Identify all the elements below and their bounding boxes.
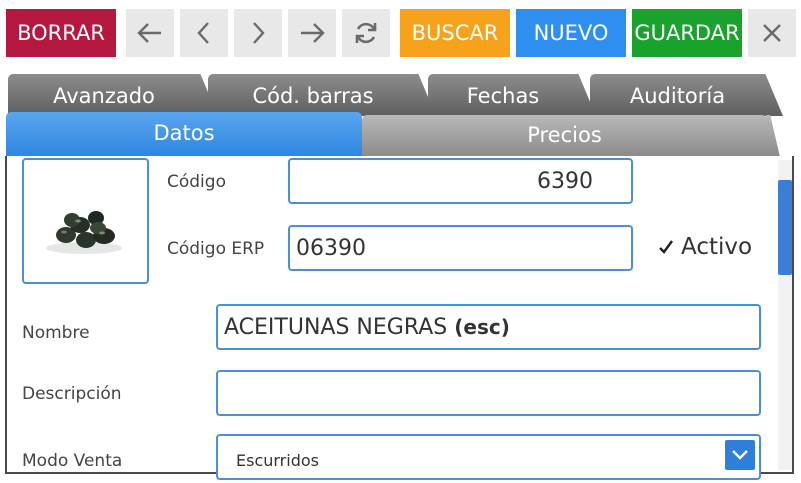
new-button[interactable]: NUEVO [516, 9, 626, 57]
sale-mode-select[interactable]: Escurridos [216, 434, 761, 480]
refresh-button[interactable] [342, 9, 390, 57]
sale-mode-label: Modo Venta [22, 451, 123, 471]
code-field[interactable]: 6390 [288, 158, 633, 204]
erp-code-label: Código ERP [167, 239, 265, 259]
last-record-button[interactable] [288, 9, 336, 57]
chevron-right-icon [253, 22, 265, 44]
description-label: Descripción [22, 384, 122, 404]
name-value: ACEITUNAS NEGRAS [224, 314, 448, 340]
previous-record-button[interactable] [180, 9, 228, 57]
close-icon [763, 24, 781, 42]
name-label: Nombre [22, 323, 90, 343]
code-value: 6390 [537, 168, 593, 194]
chevron-down-icon [732, 450, 748, 460]
refresh-icon [355, 22, 377, 44]
arrow-right-icon [301, 23, 325, 43]
save-button-label: GUARDAR [634, 21, 740, 45]
delete-button-label: BORRAR [17, 21, 105, 45]
product-image[interactable] [22, 158, 149, 284]
erp-code-value: 06390 [296, 235, 366, 261]
description-field[interactable] [216, 370, 761, 416]
active-checkbox[interactable]: Activo [658, 234, 752, 260]
tab-prices-label: Precios [527, 123, 602, 147]
new-button-label: NUEVO [533, 21, 609, 45]
tab-data[interactable]: Datos [6, 112, 362, 157]
sale-mode-dropdown-button[interactable] [725, 440, 755, 470]
search-button-label: BUSCAR [411, 21, 499, 45]
check-icon [659, 240, 673, 254]
tab-audit[interactable]: Auditoría [590, 74, 783, 116]
save-button[interactable]: GUARDAR [632, 9, 742, 57]
sale-mode-value: Escurridos [236, 450, 319, 470]
tab-advanced[interactable]: Avanzado [8, 74, 218, 116]
tab-barcodes-label: Cód. barras [252, 84, 374, 108]
erp-code-field[interactable]: 06390 [288, 225, 633, 271]
tab-barcodes[interactable]: Cód. barras [208, 74, 436, 116]
code-label: Código [167, 172, 226, 192]
name-field[interactable]: ACEITUNAS NEGRAS (esc) [216, 304, 761, 350]
active-label: Activo [681, 234, 753, 260]
tab-edge [761, 74, 783, 116]
tab-advanced-label: Avanzado [53, 84, 155, 108]
tab-audit-label: Auditoría [629, 84, 726, 108]
search-button[interactable]: BUSCAR [400, 9, 510, 57]
delete-button[interactable]: BORRAR [6, 9, 116, 57]
chevron-left-icon [197, 22, 209, 44]
tab-edge [766, 115, 780, 157]
olives-image [46, 211, 122, 254]
arrow-left-icon [137, 23, 161, 43]
close-button[interactable] [748, 9, 796, 57]
tab-dates[interactable]: Fechas [428, 74, 596, 116]
name-suffix: (esc) [454, 315, 510, 339]
first-record-button[interactable] [126, 9, 174, 57]
tab-data-label: Datos [153, 121, 215, 145]
next-record-button[interactable] [234, 9, 282, 57]
scrollbar-thumb[interactable] [778, 180, 792, 275]
tab-dates-label: Fechas [466, 84, 540, 108]
tab-prices[interactable]: Precios [362, 115, 767, 157]
